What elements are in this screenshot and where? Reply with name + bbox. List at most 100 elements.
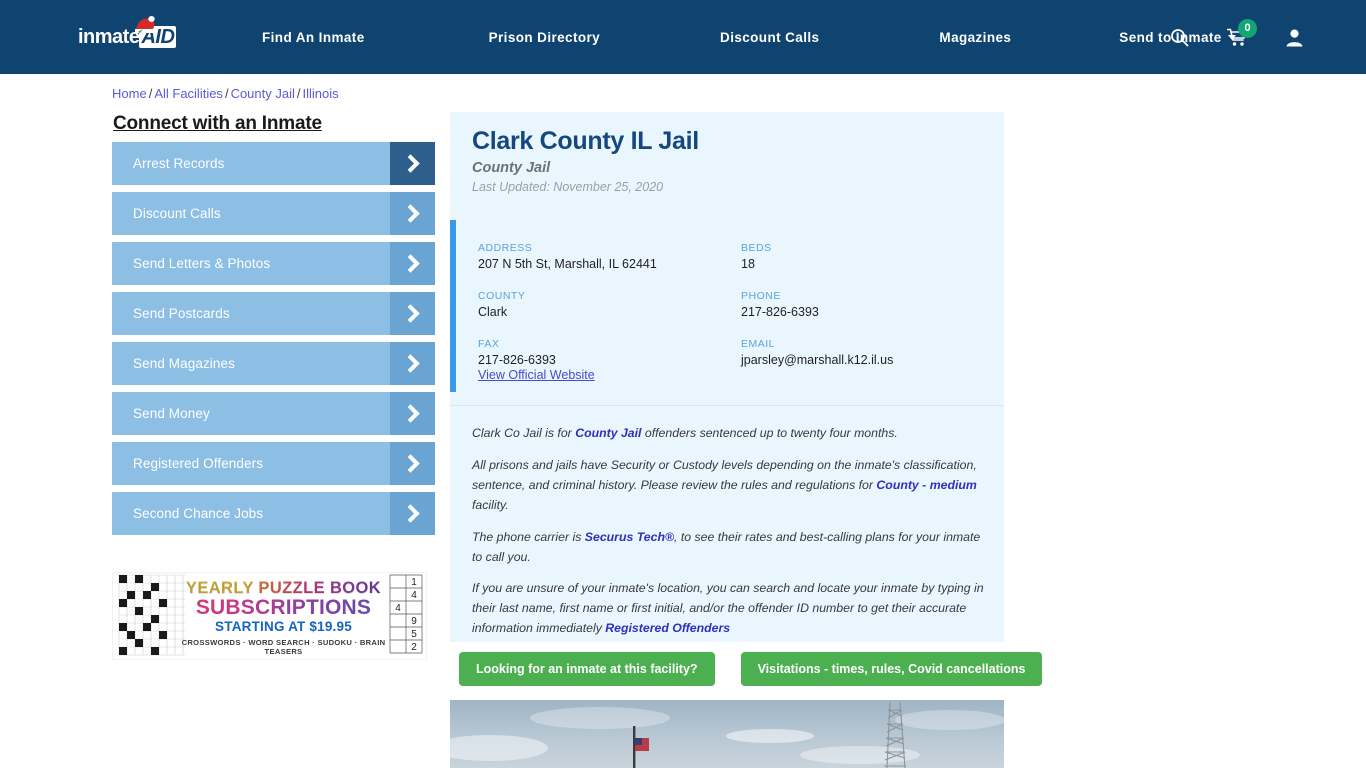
sidebar-item-send-postcards[interactable]: Send Postcards <box>112 292 435 335</box>
cart-icon[interactable]: 0 <box>1226 18 1257 47</box>
facility-info-panel: Clark County IL Jail County Jail Last Up… <box>450 112 1004 642</box>
breadcrumb-item-all-facilities[interactable]: All Facilities <box>154 86 223 101</box>
chevron-right-icon <box>390 242 435 285</box>
breadcrumb-item-county-jail[interactable]: County Jail <box>231 86 295 101</box>
breadcrumb: Home / All Facilities / County Jail / Illinois <box>112 86 339 101</box>
page-title: Clark County IL Jail <box>472 127 699 155</box>
link-securus-tech[interactable]: Securus Tech® <box>585 530 674 544</box>
panel-divider <box>450 405 1004 406</box>
chevron-right-icon <box>390 292 435 335</box>
svg-text:4: 4 <box>411 590 417 601</box>
detail-value: 217-826-6393 <box>741 305 819 319</box>
sidebar-item-label: Arrest Records <box>133 156 225 171</box>
ad-text-block: YEARLY PUZZLE BOOK SUBSCRIPTIONS STARTIN… <box>171 579 396 656</box>
detail-value: 18 <box>741 257 755 271</box>
paragraph-text: Clark Co Jail is for <box>472 426 576 440</box>
sidebar-item-label: Send Magazines <box>133 356 235 371</box>
last-updated-text: Last Updated: November 25, 2020 <box>472 180 664 194</box>
cart-count-badge: 0 <box>1238 18 1257 38</box>
header-icon-group: 0 <box>1170 0 1304 74</box>
cta-button-row: Looking for an inmate at this facility? … <box>459 652 1043 686</box>
site-logo[interactable]: inmate AID <box>78 16 190 54</box>
sidebar-item-label: Send Letters & Photos <box>133 256 271 271</box>
ad-categories: CROSSWORDS · WORD SEARCH · SUDOKU · BRAI… <box>181 638 386 656</box>
detail-county: COUNTY Clark <box>478 290 741 319</box>
facility-type: County Jail <box>472 160 551 176</box>
visitations-button[interactable]: Visitations - times, rules, Covid cancel… <box>740 652 1043 686</box>
link-registered-offenders[interactable]: Registered Offenders <box>605 621 730 635</box>
svg-text:2: 2 <box>411 642 417 653</box>
detail-label: EMAIL <box>741 338 776 350</box>
nav-item-magazines[interactable]: Magazines <box>939 30 1011 45</box>
looking-for-inmate-button[interactable]: Looking for an inmate at this facility? <box>459 652 715 686</box>
detail-beds: BEDS 18 <box>741 242 1004 271</box>
description-paragraph-1: Clark Co Jail is for County Jail offende… <box>472 424 986 444</box>
link-county-jail[interactable]: County Jail <box>575 426 641 440</box>
view-official-website-link[interactable]: View Official Website <box>478 368 595 382</box>
detail-value: Clark <box>478 305 508 319</box>
nav-item-discount-calls[interactable]: Discount Calls <box>720 30 819 45</box>
sidebar-item-second-chance-jobs[interactable]: Second Chance Jobs <box>112 492 435 535</box>
sidebar-menu: Arrest Records Discount Calls Send Lette… <box>112 142 435 542</box>
sidebar-item-label: Registered Offenders <box>133 456 264 471</box>
detail-label: PHONE <box>741 290 781 302</box>
sidebar-item-discount-calls[interactable]: Discount Calls <box>112 192 435 235</box>
nav-item-find-an-inmate[interactable]: Find An Inmate <box>262 30 365 45</box>
sidebar-item-registered-offenders[interactable]: Registered Offenders <box>112 442 435 485</box>
facility-header: Clark County IL Jail County Jail Last Up… <box>450 112 1004 194</box>
sidebar-item-send-letters-photos[interactable]: Send Letters & Photos <box>112 242 435 285</box>
svg-text:1: 1 <box>411 577 417 588</box>
detail-label: BEDS <box>741 242 772 254</box>
breadcrumb-separator: / <box>296 86 301 101</box>
facility-description: Clark Co Jail is for County Jail offende… <box>472 424 986 651</box>
detail-email: EMAIL jparsley@marshall.k12.il.us <box>741 338 1004 367</box>
description-paragraph-4: If you are unsure of your inmate's locat… <box>472 579 986 639</box>
detail-label: ADDRESS <box>478 242 533 254</box>
detail-fax: FAX 217-826-6393 <box>478 338 741 367</box>
breadcrumb-item-illinois[interactable]: Illinois <box>303 86 339 101</box>
ad-price: STARTING AT $19.95 <box>215 619 352 634</box>
details-row: ADDRESS 207 N 5th St, Marshall, IL 62441… <box>478 242 1004 271</box>
detail-value: 217-826-6393 <box>478 353 556 367</box>
puzzle-book-ad[interactable]: 14 49 52 YEARLY PUZZLE BOOK SUBSCRIPTION… <box>112 572 427 660</box>
sidebar-item-label: Second Chance Jobs <box>133 506 264 521</box>
logo-text-inmate: inmate <box>78 26 140 48</box>
description-paragraph-2: All prisons and jails have Security or C… <box>472 456 986 516</box>
chevron-right-icon <box>390 192 435 235</box>
detail-label: FAX <box>478 338 500 350</box>
facility-details-grid: ADDRESS 207 N 5th St, Marshall, IL 62441… <box>450 220 1004 386</box>
ad-subheadline: SUBSCRIPTIONS <box>171 596 396 620</box>
svg-text:5: 5 <box>411 629 417 640</box>
chevron-right-icon <box>390 442 435 485</box>
santa-hat-icon <box>135 16 155 33</box>
sidebar-title: Connect with an Inmate <box>113 113 322 134</box>
paragraph-text: facility. <box>472 497 509 512</box>
detail-label: COUNTY <box>478 290 526 302</box>
description-paragraph-3: The phone carrier is Securus Tech®, to s… <box>472 528 986 568</box>
breadcrumb-separator: / <box>224 86 229 101</box>
detail-value: 207 N 5th St, Marshall, IL 62441 <box>478 257 657 271</box>
detail-address: ADDRESS 207 N 5th St, Marshall, IL 62441 <box>478 242 741 271</box>
sidebar-item-send-magazines[interactable]: Send Magazines <box>112 342 435 385</box>
sidebar-item-arrest-records[interactable]: Arrest Records <box>112 142 435 185</box>
sidebar-item-send-money[interactable]: Send Money <box>112 392 435 435</box>
svg-text:4: 4 <box>395 603 401 614</box>
paragraph-text: The phone carrier is <box>472 529 585 544</box>
details-row: FAX 217-826-6393 EMAIL jparsley@marshall… <box>478 338 1004 367</box>
chevron-right-icon <box>390 142 435 185</box>
main-navigation: Find An Inmate Prison Directory Discount… <box>262 0 1236 74</box>
detail-value: jparsley@marshall.k12.il.us <box>741 353 894 367</box>
user-account-icon[interactable] <box>1285 28 1304 47</box>
detail-phone: PHONE 217-826-6393 <box>741 290 1004 319</box>
details-row: COUNTY Clark PHONE 217-826-6393 <box>478 290 1004 319</box>
search-icon[interactable] <box>1170 28 1189 47</box>
nav-item-prison-directory[interactable]: Prison Directory <box>489 30 600 45</box>
sidebar-item-label: Send Postcards <box>133 306 230 321</box>
facility-exterior-photo <box>450 700 1004 768</box>
site-header: inmate AID Find An Inmate Prison Director… <box>0 0 1366 74</box>
sidebar-item-label: Send Money <box>133 406 210 421</box>
link-county-medium[interactable]: County - medium <box>876 478 976 492</box>
sidebar-item-label: Discount Calls <box>133 206 221 221</box>
chevron-right-icon <box>390 342 435 385</box>
breadcrumb-item-home[interactable]: Home <box>112 86 147 101</box>
